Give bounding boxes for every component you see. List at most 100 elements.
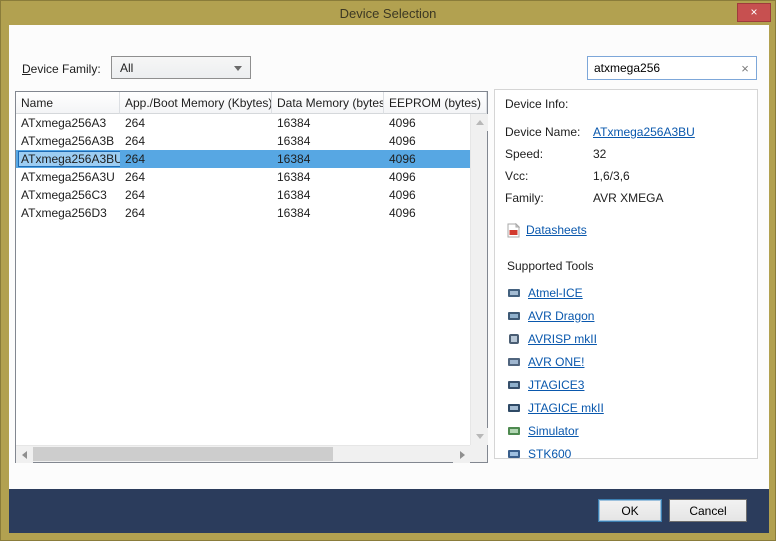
speed-label: Speed:	[505, 147, 593, 161]
pdf-icon	[507, 223, 520, 238]
tool-link[interactable]: Atmel-ICE	[528, 286, 583, 300]
table-row[interactable]: ATxmega256A3B 264 16384 4096	[16, 132, 470, 150]
datasheets-row: Datasheets	[507, 219, 747, 241]
device-table: Name App./Boot Memory (Kbytes) Data Memo…	[15, 91, 488, 463]
cell-memory: 264	[120, 132, 272, 150]
vertical-scrollbar[interactable]	[470, 114, 487, 445]
tool-link[interactable]: JTAGICE mkII	[528, 401, 604, 415]
cell-name: ATxmega256D3	[21, 206, 107, 220]
cell-memory: 264	[120, 186, 272, 204]
cell-name: ATxmega256A3B	[21, 134, 114, 148]
table-row[interactable]: ATxmega256A3 264 16384 4096	[16, 114, 470, 132]
tool-row: AVRISP mkII	[505, 327, 747, 350]
cell-data-memory: 16384	[272, 168, 384, 186]
column-header-memory[interactable]: App./Boot Memory (Kbytes)	[120, 92, 272, 114]
close-button[interactable]: ×	[737, 3, 771, 22]
jtagice3-icon	[507, 379, 521, 391]
tool-row: Simulator	[505, 419, 747, 442]
column-header-data-memory[interactable]: Data Memory (bytes)	[272, 92, 384, 114]
scroll-right-icon[interactable]	[453, 446, 470, 463]
cell-eeprom: 4096	[384, 204, 470, 222]
cell-data-memory: 16384	[272, 132, 384, 150]
tool-link[interactable]: JTAGICE3	[528, 378, 584, 392]
device-name-label: Device Name:	[505, 125, 593, 139]
datasheets-link[interactable]: Datasheets	[526, 223, 587, 237]
clear-search-icon[interactable]: ×	[734, 61, 756, 76]
cell-data-memory: 16384	[272, 186, 384, 204]
cell-data-memory: 16384	[272, 204, 384, 222]
atmel-ice-icon	[507, 287, 521, 299]
device-family-label: Device Family:	[22, 62, 101, 76]
cell-memory: 264	[120, 204, 272, 222]
column-header-eeprom[interactable]: EEPROM (bytes)	[384, 92, 487, 114]
device-info-title: Device Info:	[505, 97, 747, 111]
search-input[interactable]	[588, 61, 734, 75]
scroll-left-icon[interactable]	[16, 446, 33, 463]
tool-row: JTAGICE3	[505, 373, 747, 396]
table-row[interactable]: ATxmega256C3 264 16384 4096	[16, 186, 470, 204]
column-header-name[interactable]: Name	[16, 92, 120, 114]
supported-tools-title: Supported Tools	[507, 259, 747, 273]
tool-link[interactable]: AVR Dragon	[528, 309, 594, 323]
table-row[interactable]: ATxmega256A3U 264 16384 4096	[16, 168, 470, 186]
search-box: ×	[587, 56, 757, 80]
device-family-dropdown[interactable]: All	[111, 56, 251, 79]
cell-name: ATxmega256A3BU	[18, 151, 120, 167]
table-body: ATxmega256A3 264 16384 4096 ATxmega256A3…	[16, 114, 470, 445]
family-value: AVR XMEGA	[593, 191, 663, 205]
vcc-value: 1,6/3,6	[593, 169, 630, 183]
speed-row: Speed: 32	[505, 147, 747, 169]
tool-row: AVR ONE!	[505, 350, 747, 373]
device-name-link[interactable]: ATxmega256A3BU	[593, 125, 695, 139]
table-row[interactable]: ATxmega256D3 264 16384 4096	[16, 204, 470, 222]
cell-eeprom: 4096	[384, 168, 470, 186]
titlebar: Device Selection ×	[1, 1, 775, 25]
cell-eeprom: 4096	[384, 132, 470, 150]
device-name-row: Device Name: ATxmega256A3BU	[505, 125, 747, 147]
cell-eeprom: 4096	[384, 150, 470, 168]
cell-data-memory: 16384	[272, 150, 384, 168]
close-icon: ×	[750, 5, 757, 19]
horizontal-scrollbar[interactable]	[16, 445, 470, 462]
scroll-up-icon[interactable]	[471, 114, 488, 131]
dialog-content: Device Family: All × Name App./Boot Memo…	[9, 25, 769, 491]
tool-link[interactable]: STK600	[528, 447, 571, 460]
cell-name: ATxmega256A3U	[21, 170, 115, 184]
tool-row: STK600	[505, 442, 747, 459]
device-selection-dialog: Device Selection × Device Family: All × …	[0, 0, 776, 541]
scrollbar-corner	[470, 445, 487, 462]
device-family-value: All	[120, 61, 133, 75]
vcc-row: Vcc: 1,6/3,6	[505, 169, 747, 191]
dialog-title: Device Selection	[340, 6, 437, 21]
avrisp-mkii-icon	[507, 333, 521, 345]
tool-link[interactable]: Simulator	[528, 424, 579, 438]
chevron-down-icon	[234, 66, 242, 71]
family-label: Family:	[505, 191, 593, 205]
scroll-down-icon[interactable]	[471, 428, 488, 445]
cell-data-memory: 16384	[272, 114, 384, 132]
cell-name: ATxmega256C3	[21, 188, 107, 202]
cell-memory: 264	[120, 150, 272, 168]
ok-button[interactable]: OK	[598, 499, 662, 522]
speed-value: 32	[593, 147, 606, 161]
tool-link[interactable]: AVR ONE!	[528, 355, 584, 369]
vcc-label: Vcc:	[505, 169, 593, 183]
tool-row: AVR Dragon	[505, 304, 747, 327]
cell-memory: 264	[120, 114, 272, 132]
stk600-icon	[507, 448, 521, 460]
jtagice-mkii-icon	[507, 402, 521, 414]
scrollbar-thumb[interactable]	[33, 447, 333, 461]
cell-memory: 264	[120, 168, 272, 186]
avr-one-icon	[507, 356, 521, 368]
cell-eeprom: 4096	[384, 114, 470, 132]
cancel-button[interactable]: Cancel	[669, 499, 747, 522]
device-info-panel: Device Info: Device Name: ATxmega256A3BU…	[494, 89, 758, 459]
tool-row: Atmel-ICE	[505, 281, 747, 304]
tool-row: JTAGICE mkII	[505, 396, 747, 419]
simulator-icon	[507, 425, 521, 437]
cell-name: ATxmega256A3	[21, 116, 106, 130]
tool-link[interactable]: AVRISP mkII	[528, 332, 597, 346]
cell-eeprom: 4096	[384, 186, 470, 204]
table-row-selected[interactable]: ATxmega256A3BU 264 16384 4096	[16, 150, 470, 168]
family-row: Family: AVR XMEGA	[505, 191, 747, 213]
